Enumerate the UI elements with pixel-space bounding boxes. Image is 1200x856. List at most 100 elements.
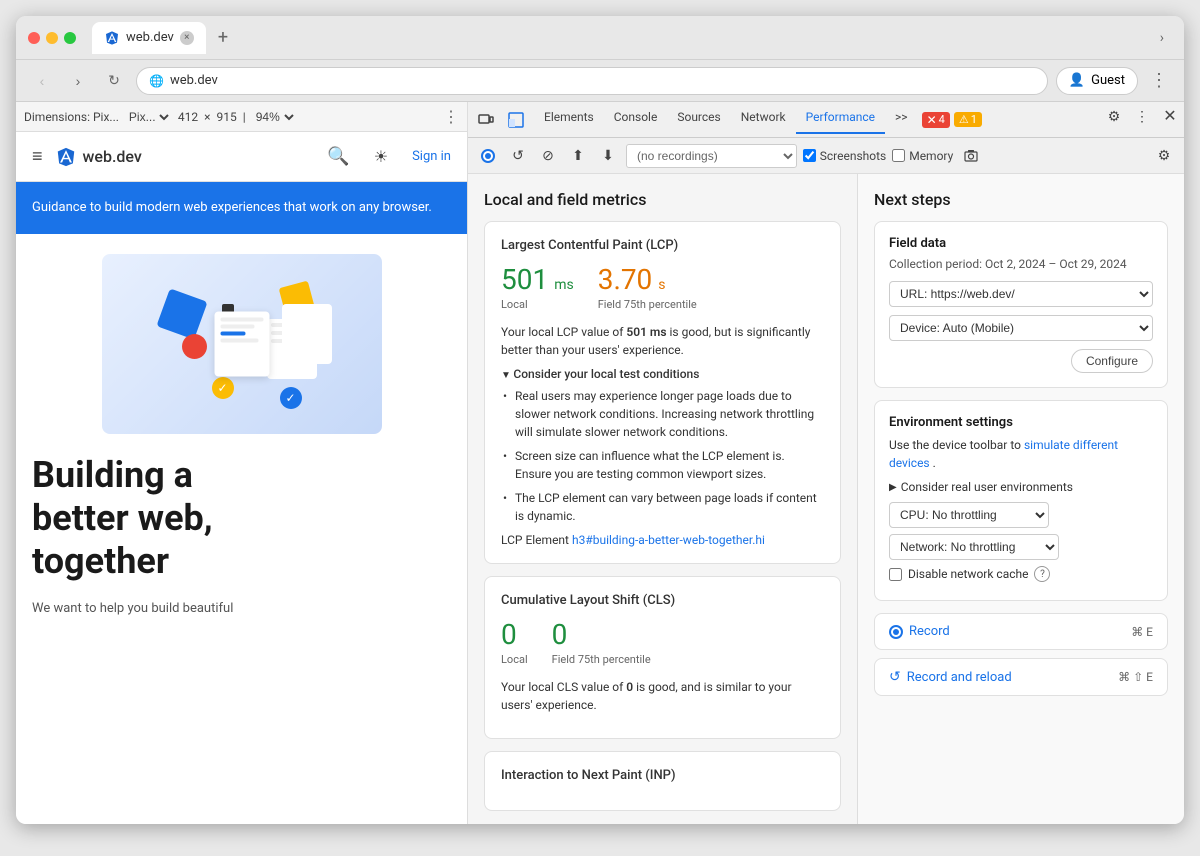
browser-menu-button[interactable]: ⋮ xyxy=(1146,70,1172,91)
maximize-button[interactable] xyxy=(64,32,76,44)
cpu-select[interactable]: CPU: No throttling xyxy=(889,502,1049,528)
dimensions-bar: Dimensions: Pix... Pix... 412 × 915 | 94… xyxy=(16,102,467,132)
devtools-panel: Elements Console Sources Network Perform… xyxy=(468,102,1184,824)
more-options-icon[interactable]: ⋮ xyxy=(443,107,459,126)
settings-icon[interactable]: ⚙ xyxy=(1100,102,1128,130)
profile-button[interactable]: 👤 Guest xyxy=(1056,67,1138,95)
tab-console[interactable]: Console xyxy=(604,102,668,134)
lcp-element-link[interactable]: h3#building-a-better-web-together.hi xyxy=(572,533,765,547)
check-badge: ✓ xyxy=(212,377,234,399)
env-title: Environment settings xyxy=(889,415,1153,430)
clear-button[interactable]: ⊘ xyxy=(536,144,560,168)
elements-toggle-icon[interactable] xyxy=(502,106,530,134)
lcp-field-unit: s xyxy=(658,277,665,293)
cls-local-label: Local xyxy=(501,653,528,666)
lcp-local-unit: ms xyxy=(554,277,574,293)
address-text: web.dev xyxy=(170,73,218,88)
devtools-more-icon[interactable]: ⋮ xyxy=(1128,102,1156,130)
cls-field-number: 0 xyxy=(552,618,568,651)
reload-record-button[interactable]: ↺ xyxy=(506,144,530,168)
memory-checkbox-label[interactable]: Memory xyxy=(892,149,953,163)
field-data-subtitle: Collection period: Oct 2, 2024 – Oct 29,… xyxy=(889,257,1153,271)
configure-button[interactable]: Configure xyxy=(1071,349,1153,373)
cls-field-value: 0 Field 75th percentile xyxy=(552,618,651,666)
metrics-panel: Local and field metrics Largest Contentf… xyxy=(468,174,858,824)
address-bar-row: ‹ › ↻ 🌐 web.dev 👤 Guest ⋮ xyxy=(16,60,1184,102)
cls-values: 0 Local 0 Field 75th percentile xyxy=(501,618,824,666)
screenshots-checkbox[interactable] xyxy=(803,149,816,162)
tab-sources[interactable]: Sources xyxy=(667,102,730,134)
lcp-collapsible[interactable]: Consider your local test conditions xyxy=(501,367,824,381)
tab-performance[interactable]: Performance xyxy=(796,102,885,134)
title-bar: web.dev × + › xyxy=(16,16,1184,60)
webdev-logo-icon xyxy=(55,146,77,168)
address-bar[interactable]: 🌐 web.dev xyxy=(136,67,1048,95)
cls-card: Cumulative Layout Shift (CLS) 0 Local xyxy=(484,576,841,739)
forward-button[interactable]: › xyxy=(64,67,92,95)
configure-btn-wrapper: Configure xyxy=(889,349,1153,373)
browser-chevron[interactable]: › xyxy=(1152,30,1172,46)
new-tab-button[interactable]: + xyxy=(210,27,236,48)
field-data-card: Field data Collection period: Oct 2, 202… xyxy=(874,221,1168,388)
tab-more[interactable]: >> xyxy=(885,102,918,134)
disable-cache-checkbox[interactable] xyxy=(889,568,902,581)
hamburger-icon[interactable]: ≡ xyxy=(32,146,43,167)
tab-close-button[interactable]: × xyxy=(180,31,194,45)
warning-badge: ⚠ 1 xyxy=(954,112,982,127)
article-subtext: We want to help you build beautiful xyxy=(32,599,451,619)
field-data-title: Field data xyxy=(889,236,1153,251)
list-item: Screen size can influence what the LCP e… xyxy=(501,447,824,483)
close-devtools-icon[interactable]: ✕ xyxy=(1156,102,1184,130)
device-toolbar-icon[interactable] xyxy=(472,106,500,134)
device-select[interactable]: Pix... xyxy=(125,109,172,125)
record-action-button[interactable]: Record ⌘ E xyxy=(874,613,1168,650)
lcp-card: Largest Contentful Paint (LCP) 501 ms Lo… xyxy=(484,221,841,564)
hero-banner: Guidance to build modern web experiences… xyxy=(16,182,467,234)
dim-x: × xyxy=(204,110,210,124)
real-user-collapsible[interactable]: Consider real user environments xyxy=(889,480,1153,494)
tab-network[interactable]: Network xyxy=(731,102,796,134)
dim-height: 915 xyxy=(217,110,237,124)
perf-capture-icon[interactable] xyxy=(959,144,983,168)
document-shape xyxy=(214,311,269,376)
tab-bar: web.dev × + xyxy=(92,22,1144,54)
red-circle xyxy=(182,334,207,359)
check-badge-2: ✓ xyxy=(280,387,302,409)
tab-title: web.dev xyxy=(126,30,174,45)
record-reload-action-button[interactable]: ↺ Record and reload ⌘ ⇧ E xyxy=(874,658,1168,696)
screenshots-checkbox-label[interactable]: Screenshots xyxy=(803,149,886,163)
url-select[interactable]: URL: https://web.dev/ xyxy=(889,281,1153,307)
zoom-select[interactable]: 94% xyxy=(252,109,297,125)
tab-elements[interactable]: Elements xyxy=(534,102,604,134)
record-button[interactable] xyxy=(476,144,500,168)
search-icon[interactable]: 🔍 xyxy=(327,146,349,167)
env-description: Use the device toolbar to simulate diffe… xyxy=(889,436,1153,472)
upload-button[interactable]: ⬆ xyxy=(566,144,590,168)
perf-settings-icon[interactable]: ⚙ xyxy=(1152,144,1176,168)
memory-checkbox[interactable] xyxy=(892,149,905,162)
network-select[interactable]: Network: No throttling xyxy=(889,534,1059,560)
lcp-local-label: Local xyxy=(501,298,574,311)
profile-label: Guest xyxy=(1091,73,1125,88)
error-badge-group: ✕ 4 ⚠ 1 xyxy=(922,102,982,137)
reload-button[interactable]: ↻ xyxy=(100,67,128,95)
help-icon[interactable]: ? xyxy=(1034,566,1050,582)
download-button[interactable]: ⬇ xyxy=(596,144,620,168)
theme-toggle-icon[interactable]: ☀ xyxy=(374,147,388,166)
next-steps-title: Next steps xyxy=(874,190,1168,209)
close-button[interactable] xyxy=(28,32,40,44)
device-select[interactable]: Device: Auto (Mobile) xyxy=(889,315,1153,341)
lcp-description: Your local LCP value of 501 ms is good, … xyxy=(501,323,824,359)
recording-select[interactable]: (no recordings) xyxy=(626,144,797,168)
lock-icon: 🌐 xyxy=(149,74,164,88)
disable-cache-label: Disable network cache xyxy=(908,567,1028,581)
record-circle xyxy=(481,149,495,163)
signin-link[interactable]: Sign in xyxy=(412,149,451,164)
record-shortcut: ⌘ E xyxy=(1131,625,1153,639)
back-button[interactable]: ‹ xyxy=(28,67,56,95)
cls-local-number: 0 xyxy=(501,618,517,651)
inp-card: Interaction to Next Paint (INP) xyxy=(484,751,841,811)
minimize-button[interactable] xyxy=(46,32,58,44)
active-tab[interactable]: web.dev × xyxy=(92,22,206,54)
next-steps-section: Next steps Field data Collection period:… xyxy=(858,174,1184,720)
